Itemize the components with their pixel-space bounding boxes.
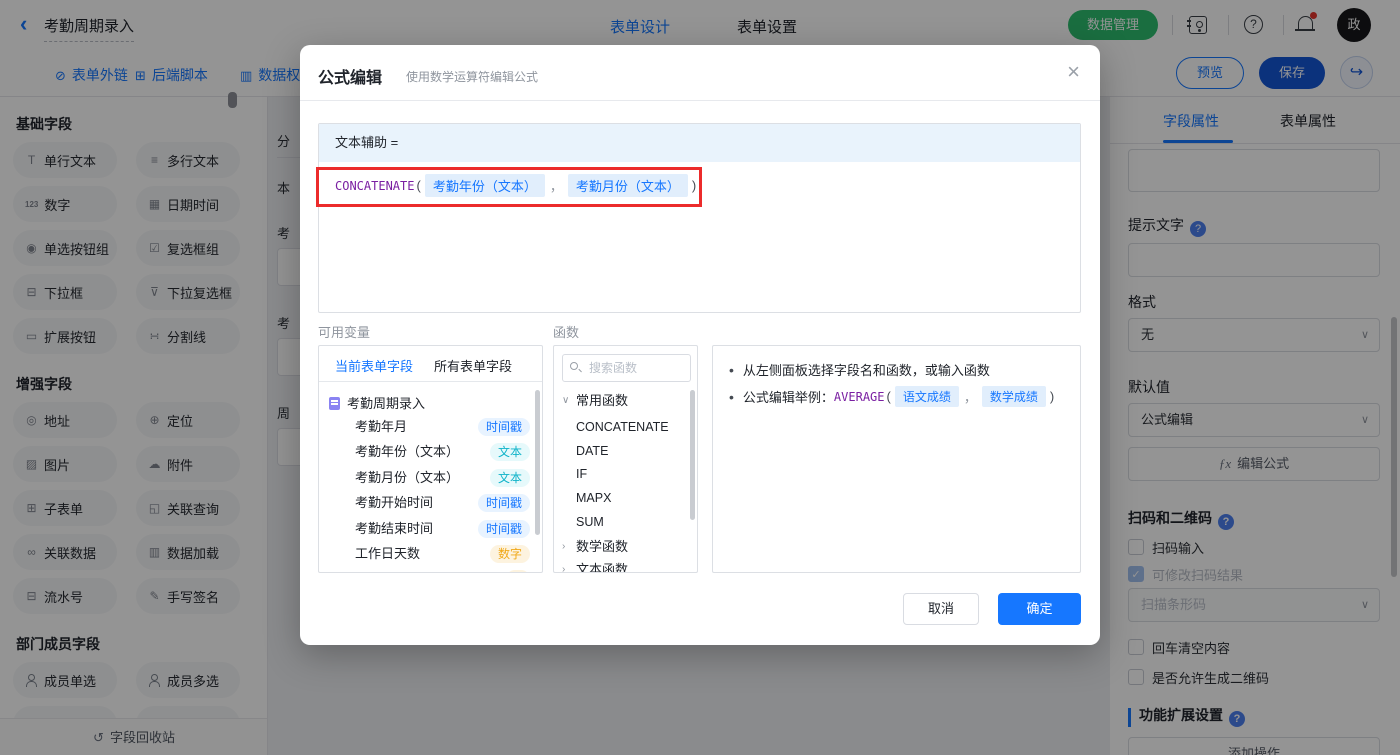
tab-current-form-fields[interactable]: 当前表单字段 [335, 356, 413, 375]
formula-editor[interactable]: 文本辅助 = CONCATENATE ( 考勤年份（文本） ， 考勤月份（文本）… [318, 123, 1081, 313]
function-label: DATE [576, 444, 609, 458]
variable-row[interactable]: 考勤开始时间 时间戳 [319, 491, 542, 515]
scrollbar-thumb[interactable] [535, 390, 540, 535]
type-tag: 时间戳 [477, 418, 530, 436]
close-paren: ) [1049, 389, 1055, 404]
variables-panel: 当前表单字段 所有表单字段 考勤周期录入 考勤年月 时间戳 考勤年份（文本） 文本 … [318, 345, 543, 573]
variable-name: 考勤年份（文本） [355, 444, 460, 459]
tree-root-form[interactable]: 考勤周期录入 [319, 392, 542, 416]
cancel-button[interactable]: 取消 [903, 593, 979, 625]
function-label: IF [576, 467, 588, 481]
function-group-text[interactable]: › 文本函数 [554, 559, 697, 573]
variable-name: 工作日天数 [355, 546, 421, 561]
help-panel: • 从左侧面板选择字段名和函数，或输入函数 • 公式编辑举例： AVERAGE (… [712, 345, 1081, 573]
variable-name: 考勤结束时间 [355, 521, 434, 536]
function-item[interactable]: IF [554, 463, 697, 485]
functions-label: 函数 [553, 325, 580, 340]
function-label: SUM [576, 515, 604, 529]
comma: ， [963, 390, 977, 405]
function-name: CONCATENATE [335, 178, 415, 193]
bullet: • [729, 388, 734, 405]
function-group-common[interactable]: ∨ 常用函数 [554, 390, 697, 412]
type-tag: 数字 [489, 545, 530, 563]
open-paren: ( [886, 389, 891, 404]
group-label: 常用函数 [576, 393, 629, 408]
type-tag: 时间戳 [477, 520, 530, 538]
variable-row[interactable]: 考勤年月 时间戳 [319, 415, 542, 439]
field-chip-attendance-year[interactable]: 考勤年份（文本） [424, 174, 545, 197]
tab-all-form-fields[interactable]: 所有表单字段 [434, 356, 512, 375]
open-paren: ( [416, 178, 421, 193]
confirm-button[interactable]: 确定 [998, 593, 1081, 625]
variable-row[interactable]: 工作日天数 数字 [319, 542, 542, 566]
function-item[interactable]: DATE [554, 440, 697, 462]
bullet: • [729, 361, 734, 378]
form-doc-icon [329, 397, 340, 410]
available-variables-label: 可用变量 [318, 325, 371, 340]
tree-root-label: 考勤周期录入 [347, 396, 426, 411]
group-label: 数学函数 [576, 539, 629, 554]
chevron-right-icon: › [562, 541, 566, 552]
variables-tabs: 当前表单字段 所有表单字段 [319, 346, 542, 382]
function-item[interactable]: SUM [554, 511, 697, 533]
comma: ， [549, 179, 563, 194]
chevron-down-icon: ∨ [562, 395, 570, 406]
function-item[interactable]: MAPX [554, 487, 697, 509]
close-paren: ) [691, 178, 697, 193]
function-item[interactable]: CONCATENATE [554, 416, 697, 438]
type-tag: 时间戳 [477, 494, 530, 512]
example-chip-chinese-score: 语文成绩 [894, 386, 959, 407]
group-label: 文本函数 [576, 562, 629, 573]
example-function-name: AVERAGE [833, 389, 885, 404]
dialog-subtitle: 使用数学运算符编辑公式 [406, 70, 539, 84]
variable-row[interactable]: 考勤月份（文本） 文本 [319, 466, 542, 490]
close-icon[interactable]: × [1067, 59, 1080, 85]
help-tip-1: • 从左侧面板选择字段名和函数，或输入函数 [729, 360, 990, 379]
tip-text: 从左侧面板选择字段名和函数，或输入函数 [742, 363, 990, 378]
variable-row-clipped[interactable] [319, 567, 542, 572]
variable-name: 考勤年月 [355, 419, 408, 434]
scrollbar-thumb[interactable] [690, 390, 695, 520]
field-chip-attendance-month[interactable]: 考勤月份（文本） [567, 174, 688, 197]
example-chip-math-score: 数学成绩 [981, 386, 1046, 407]
function-search-input[interactable] [562, 354, 691, 382]
function-label: CONCATENATE [576, 420, 669, 434]
variable-name: 考勤月份（文本） [355, 470, 460, 485]
type-tag [506, 570, 530, 572]
dialog-title: 公式编辑 [318, 70, 383, 87]
variable-name: 考勤开始时间 [355, 495, 434, 510]
variable-row[interactable]: 考勤年份（文本） 文本 [319, 440, 542, 464]
app-window: ‹ 考勤周期录入 表单设计 表单设置 数据管理 ? 政 ⊘ 表单外链 ⊞ 后端脚本 … [0, 0, 1400, 755]
formula-target: 文本辅助 = [319, 124, 1080, 162]
type-tag: 文本 [489, 469, 530, 487]
variable-row[interactable]: 考勤结束时间 时间戳 [319, 517, 542, 541]
functions-panel: ∨ 常用函数 CONCATENATE DATE IF MAPX SUM › 数学函数… [553, 345, 698, 573]
divider [300, 100, 1100, 101]
formula-expression: CONCATENATE ( 考勤年份（文本） ， 考勤月份（文本） ) [335, 174, 698, 197]
tip-text: 公式编辑举例： [742, 390, 834, 405]
chevron-right-icon: › [562, 564, 566, 573]
formula-edit-dialog: 公式编辑 使用数学运算符编辑公式 × 文本辅助 = CONCATENATE ( … [300, 45, 1100, 645]
type-tag: 文本 [489, 443, 530, 461]
help-tip-2: • 公式编辑举例： AVERAGE ( 语文成绩 ， 数学成绩 ) [729, 386, 1056, 407]
function-label: MAPX [576, 491, 612, 505]
function-group-math[interactable]: › 数学函数 [554, 536, 697, 558]
search-icon [570, 362, 578, 370]
